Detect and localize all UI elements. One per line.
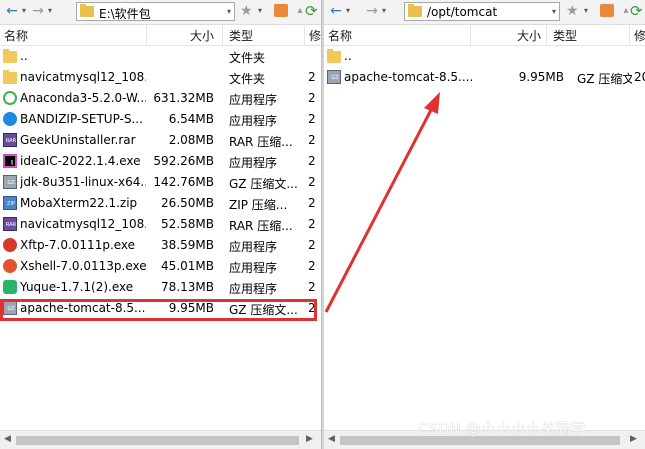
annotation-arrow (324, 92, 440, 313)
watermark: CSDN @小小小小关同学 (418, 420, 586, 438)
arrow-shaft (324, 107, 434, 313)
arrow-head (424, 92, 440, 114)
